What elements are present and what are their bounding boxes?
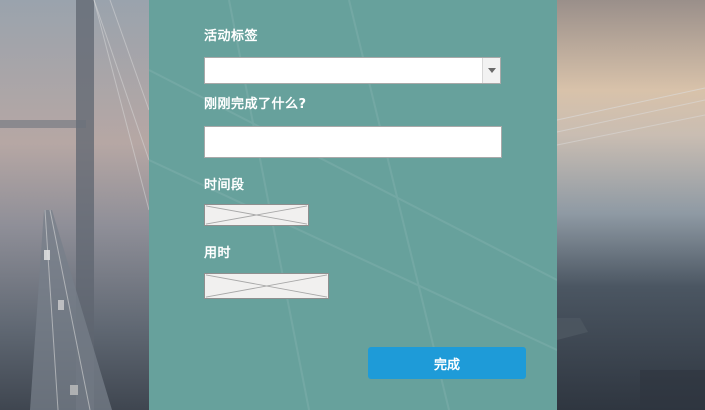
done-label: 刚刚完成了什么? bbox=[204, 97, 307, 112]
duration-label: 用时 bbox=[204, 246, 232, 261]
tag-select[interactable] bbox=[204, 57, 501, 84]
form-panel: 活动标签 刚刚完成了什么? 时间段 用时 完成 bbox=[149, 0, 557, 410]
submit-button[interactable]: 完成 bbox=[368, 347, 526, 379]
broken-image-icon bbox=[205, 205, 308, 225]
chevron-down-icon bbox=[487, 68, 496, 73]
done-input[interactable] bbox=[204, 126, 502, 158]
duration-broken-image[interactable] bbox=[204, 273, 329, 299]
select-dropdown-button[interactable] bbox=[482, 58, 500, 83]
broken-image-icon bbox=[205, 274, 328, 298]
tag-label: 活动标签 bbox=[204, 29, 259, 44]
period-label: 时间段 bbox=[204, 178, 245, 193]
period-broken-image[interactable] bbox=[204, 204, 309, 226]
